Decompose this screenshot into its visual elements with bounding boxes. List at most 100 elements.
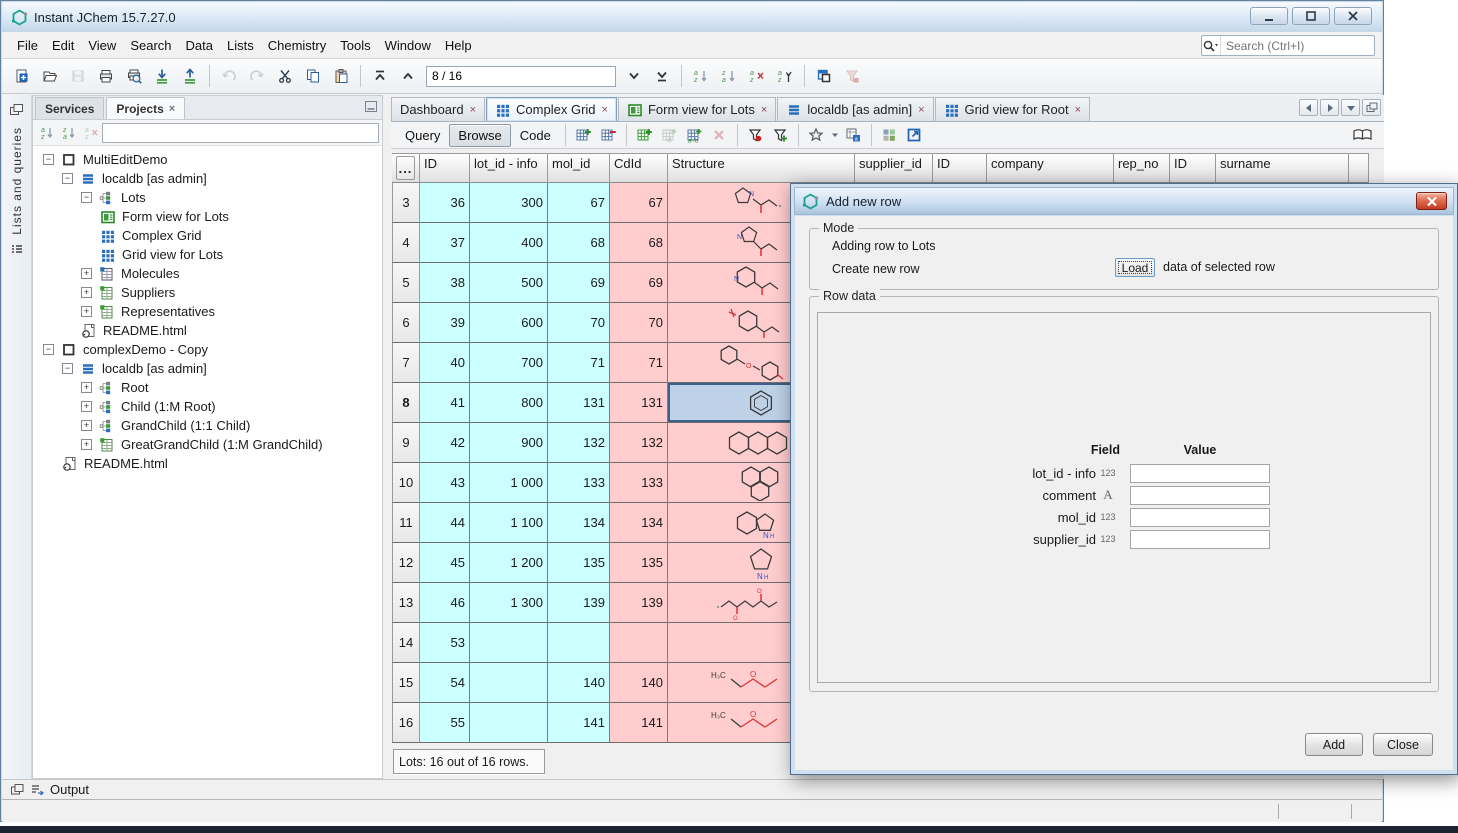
paste-icon[interactable]	[328, 63, 354, 89]
titlebar[interactable]: Instant JChem 15.7.27.0	[2, 2, 1382, 32]
column-header-id[interactable]: ID	[1170, 153, 1216, 183]
close-tab-icon[interactable]: ×	[761, 104, 767, 116]
new-document-icon[interactable]	[9, 63, 35, 89]
cell-mol-id[interactable]: 134	[548, 503, 610, 543]
cell-lot-id[interactable]: 1 300	[470, 583, 548, 623]
cell-lot-id[interactable]: 500	[470, 263, 548, 303]
column-header-id[interactable]: ID	[933, 153, 987, 183]
column-header-lot-id-info[interactable]: lot_id - info	[470, 153, 548, 183]
add-filter-icon[interactable]	[769, 124, 792, 147]
menu-search[interactable]: Search	[123, 34, 178, 57]
clear-sort-small-icon[interactable]: az	[80, 123, 102, 143]
cell-cdid[interactable]: 68	[610, 223, 668, 263]
expand-toggle-icon[interactable]: +	[81, 382, 92, 393]
tree-item-form-view-for-lots[interactable]: Form view for Lots	[33, 207, 382, 226]
explorer-tab-projects[interactable]: Projects×	[106, 97, 185, 119]
sort-desc-small-icon[interactable]: za	[58, 123, 80, 143]
cell-mol-id[interactable]: 133	[548, 463, 610, 503]
menu-help[interactable]: Help	[438, 34, 479, 57]
cell-mol-id[interactable]: 140	[548, 663, 610, 703]
copy-icon[interactable]	[300, 63, 326, 89]
cell-cdid[interactable]: 134	[610, 503, 668, 543]
cell-lot-id[interactable]: 400	[470, 223, 548, 263]
row-header-5[interactable]: 5	[392, 263, 420, 303]
print-preview-icon[interactable]	[121, 63, 147, 89]
cell-mol-id[interactable]: 71	[548, 343, 610, 383]
cell-cdid[interactable]: 139	[610, 583, 668, 623]
menu-edit[interactable]: Edit	[45, 34, 81, 57]
add-button[interactable]: Add	[1305, 733, 1363, 756]
cell-id[interactable]: 44	[420, 503, 470, 543]
cell-id[interactable]: 45	[420, 543, 470, 583]
collapse-toggle-icon[interactable]: −	[81, 192, 92, 203]
cell-mol-id[interactable]: 68	[548, 223, 610, 263]
cell-id[interactable]: 39	[420, 303, 470, 343]
mode-query-button[interactable]: Query	[397, 125, 448, 146]
tree-item-grid-view-for-lots[interactable]: Grid view for Lots	[33, 245, 382, 264]
dock-icon[interactable]	[10, 783, 25, 796]
column-header-cdid[interactable]: CdId	[610, 153, 668, 183]
cell-mol-id[interactable]: 132	[548, 423, 610, 463]
cell-mol-id[interactable]: 67	[548, 183, 610, 223]
add-detail-row-icon[interactable]	[633, 124, 656, 147]
sort-ascending-icon[interactable]: az	[688, 63, 714, 89]
cell-cdid[interactable]: 71	[610, 343, 668, 383]
grid-corner-cell[interactable]: ...	[392, 153, 420, 183]
doc-tab-grid-view-for-root[interactable]: Grid view for Root×	[935, 97, 1090, 121]
collapse-toggle-icon[interactable]: −	[62, 173, 73, 184]
row-header-6[interactable]: 6	[392, 303, 420, 343]
lists-and-queries-dock[interactable]: Lists and queries	[10, 127, 24, 235]
apply-filter-icon[interactable]	[744, 124, 767, 147]
tree-item-molecules[interactable]: +Molecules	[33, 264, 382, 283]
tree-item-complexdemo-copy[interactable]: −complexDemo - Copy	[33, 340, 382, 359]
cell-lot-id[interactable]: 600	[470, 303, 548, 343]
minimize-button[interactable]	[1250, 7, 1288, 25]
cell-cdid[interactable]: 140	[610, 663, 668, 703]
cell-mol-id[interactable]: 135	[548, 543, 610, 583]
cell-lot-id[interactable]: 1 000	[470, 463, 548, 503]
menu-lists[interactable]: Lists	[220, 34, 261, 57]
import-data-icon[interactable]	[149, 63, 175, 89]
search-icon[interactable]	[1202, 36, 1221, 55]
cell-lot-id[interactable]: 1 200	[470, 543, 548, 583]
tree-item-localdb-as-admin[interactable]: −localdb [as admin]	[33, 169, 382, 188]
menu-chemistry[interactable]: Chemistry	[261, 34, 334, 57]
cell-mol-id[interactable]: 70	[548, 303, 610, 343]
menu-tools[interactable]: Tools	[333, 34, 377, 57]
sort-descending-icon[interactable]: za	[716, 63, 742, 89]
add-ab-row-icon[interactable]: a+b	[683, 124, 706, 147]
cell-cdid[interactable]: 70	[610, 303, 668, 343]
explorer-tab-services[interactable]: Services	[35, 97, 104, 119]
sort-asc-small-icon[interactable]: az	[36, 123, 58, 143]
maximize-button[interactable]	[1292, 7, 1330, 25]
row-header-9[interactable]: 9	[392, 423, 420, 463]
cut-icon[interactable]	[272, 63, 298, 89]
search-box[interactable]	[1201, 35, 1375, 56]
column-header-mol-id[interactable]: mol_id	[548, 153, 610, 183]
field-value-input[interactable]	[1130, 530, 1270, 549]
dialog-close-button[interactable]	[1416, 192, 1447, 210]
last-record-icon[interactable]	[649, 63, 675, 89]
column-header-structure[interactable]: Structure	[668, 153, 855, 183]
cell-lot-id[interactable]	[470, 623, 548, 663]
mode-code-button[interactable]: Code	[512, 125, 559, 146]
tree-item-representatives[interactable]: +Representatives	[33, 302, 382, 321]
row-header-16[interactable]: 16	[392, 703, 420, 743]
cell-id[interactable]: 41	[420, 383, 470, 423]
collapse-toggle-icon[interactable]: −	[62, 363, 73, 374]
row-header-14[interactable]: 14	[392, 623, 420, 663]
cell-id[interactable]: 36	[420, 183, 470, 223]
expand-toggle-icon[interactable]: +	[81, 306, 92, 317]
column-header-surname[interactable]: surname	[1216, 153, 1349, 183]
tree-item-root[interactable]: +Root	[33, 378, 382, 397]
tree-item-localdb-as-admin[interactable]: −localdb [as admin]	[33, 359, 382, 378]
scroll-tabs-right-button[interactable]	[1320, 99, 1339, 116]
print-icon[interactable]	[93, 63, 119, 89]
cell-lot-id[interactable]: 800	[470, 383, 548, 423]
close-tab-icon[interactable]: ×	[602, 104, 608, 116]
grid-corner-button[interactable]: ...	[396, 156, 415, 180]
favorites-star-icon[interactable]	[805, 124, 828, 147]
favorites-dropdown-caret-icon[interactable]	[831, 131, 839, 139]
load-button[interactable]: Load	[1115, 258, 1155, 277]
multi-sort-icon[interactable]: az	[772, 63, 798, 89]
